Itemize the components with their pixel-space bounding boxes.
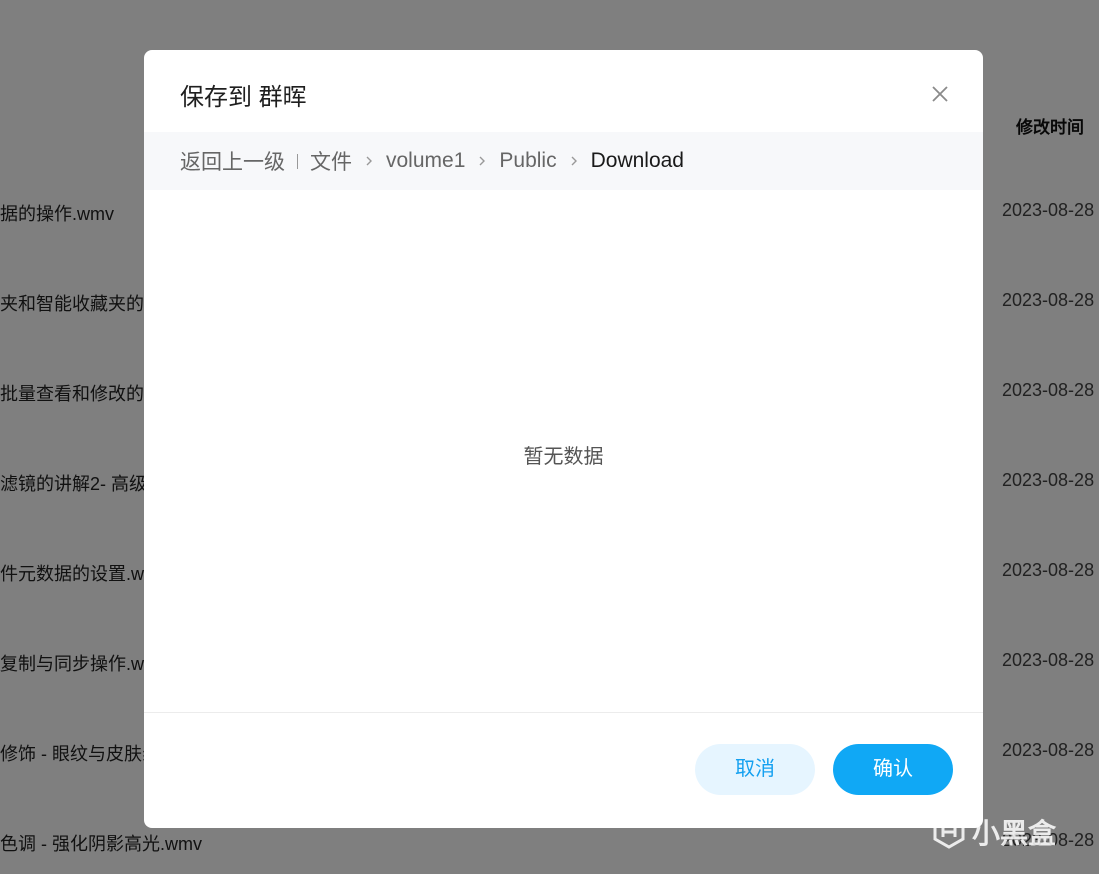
dialog-title: 保存到 群晖 [180, 84, 307, 111]
chevron-right-icon [362, 154, 376, 168]
footer-divider [144, 712, 983, 713]
confirm-button[interactable]: 确认 [833, 744, 953, 795]
chevron-right-icon [567, 154, 581, 168]
close-button[interactable] [928, 82, 952, 106]
breadcrumb-item-volume1[interactable]: volume1 [386, 149, 465, 173]
cancel-button[interactable]: 取消 [695, 744, 815, 795]
empty-state-text: 暂无数据 [523, 446, 604, 468]
chevron-right-icon [475, 154, 489, 168]
breadcrumb: 返回上一级 文件 volume1 Public Download [144, 132, 983, 190]
close-icon [932, 86, 948, 102]
breadcrumb-divider [297, 153, 298, 169]
breadcrumb-item-download: Download [590, 149, 684, 172]
back-link[interactable]: 返回上一级 [180, 146, 285, 176]
save-dialog: 保存到 群晖 返回上一级 文件 volume1 Public Download … [144, 50, 983, 828]
watermark-text: 小黑盒 [972, 818, 1057, 849]
breadcrumb-item-public[interactable]: Public [499, 149, 556, 173]
breadcrumb-item-files[interactable]: 文件 [310, 146, 352, 176]
